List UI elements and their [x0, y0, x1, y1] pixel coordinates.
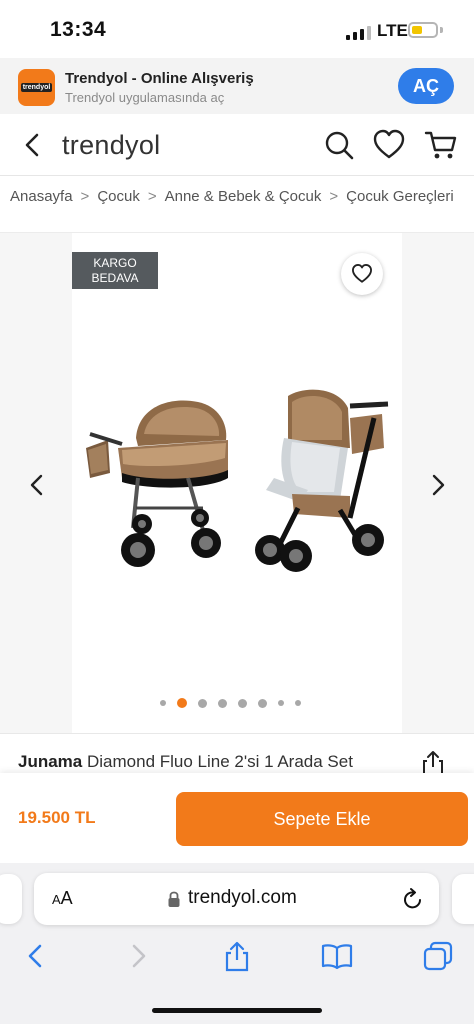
next-tab-preview[interactable] — [452, 874, 474, 924]
breadcrumb-item[interactable]: Çocuk — [97, 188, 140, 205]
app-banner-title: Trendyol - Online Alışveriş — [65, 70, 254, 87]
heart-icon[interactable] — [372, 128, 406, 162]
product-brand[interactable]: Junama — [18, 752, 82, 771]
url-text[interactable]: trendyol.com — [188, 887, 297, 909]
tabs-icon[interactable] — [422, 940, 454, 972]
pagination-dot[interactable] — [218, 698, 227, 708]
product-title: Junama Diamond Fluo Line 2'si 1 Arada Se… — [18, 752, 353, 772]
app-logo: trendyol — [18, 69, 55, 106]
bookmarks-icon[interactable] — [321, 940, 353, 972]
chevron-right-icon: > — [147, 188, 157, 205]
pagination-dot-active[interactable] — [177, 698, 187, 708]
search-icon[interactable] — [322, 128, 356, 162]
stroller-image — [86, 389, 389, 572]
pagination-dot[interactable] — [278, 700, 284, 706]
pagination-dot[interactable] — [295, 700, 301, 706]
chevron-right-icon[interactable] — [425, 470, 451, 500]
browser-forward-icon[interactable] — [122, 940, 154, 972]
open-app-button[interactable]: AÇ — [398, 68, 454, 104]
free-shipping-badge: KARGO BEDAVA — [72, 252, 158, 289]
gallery-pagination — [160, 698, 301, 708]
browser-back-icon[interactable] — [20, 940, 52, 972]
previous-tab-preview[interactable] — [0, 874, 22, 924]
pagination-dot[interactable] — [238, 698, 247, 708]
chevron-right-icon: > — [329, 188, 339, 205]
network-label: LTE — [377, 21, 408, 40]
add-to-cart-button[interactable]: Sepete Ekle — [176, 792, 468, 846]
cart-icon[interactable] — [424, 128, 458, 162]
heart-icon — [352, 264, 372, 283]
status-time: 13:34 — [50, 18, 107, 41]
breadcrumb-item[interactable]: Anasayfa — [10, 188, 73, 205]
reader-options-button[interactable]: AA — [52, 888, 73, 909]
pagination-dot[interactable] — [258, 698, 267, 708]
breadcrumb: Anasayfa > Çocuk > Anne & Bebek & Çocuk … — [10, 188, 454, 205]
battery-icon — [408, 22, 438, 38]
lock-icon — [168, 891, 180, 907]
reload-icon[interactable] — [402, 887, 424, 911]
product-name: Diamond Fluo Line 2'si 1 Arada Set — [86, 752, 353, 771]
breadcrumb-item[interactable]: Çocuk Gereçleri — [346, 188, 454, 205]
brand-logo[interactable]: trendyol — [62, 130, 160, 161]
divider — [0, 733, 474, 734]
home-indicator — [152, 1008, 322, 1013]
back-icon[interactable] — [18, 128, 48, 162]
pagination-dot[interactable] — [160, 700, 166, 706]
favorite-button[interactable] — [341, 253, 383, 295]
chevron-right-icon: > — [80, 188, 90, 205]
app-banner-subtitle: Trendyol uygulamasında aç — [65, 90, 225, 105]
product-price: 19.500 TL — [18, 808, 96, 827]
signal-icon — [346, 24, 371, 40]
breadcrumb-item[interactable]: Anne & Bebek & Çocuk — [165, 188, 322, 205]
chevron-left-icon[interactable] — [24, 470, 50, 500]
battery-tip — [440, 27, 443, 33]
pagination-dot[interactable] — [198, 698, 207, 708]
browser-share-icon[interactable] — [221, 940, 253, 972]
